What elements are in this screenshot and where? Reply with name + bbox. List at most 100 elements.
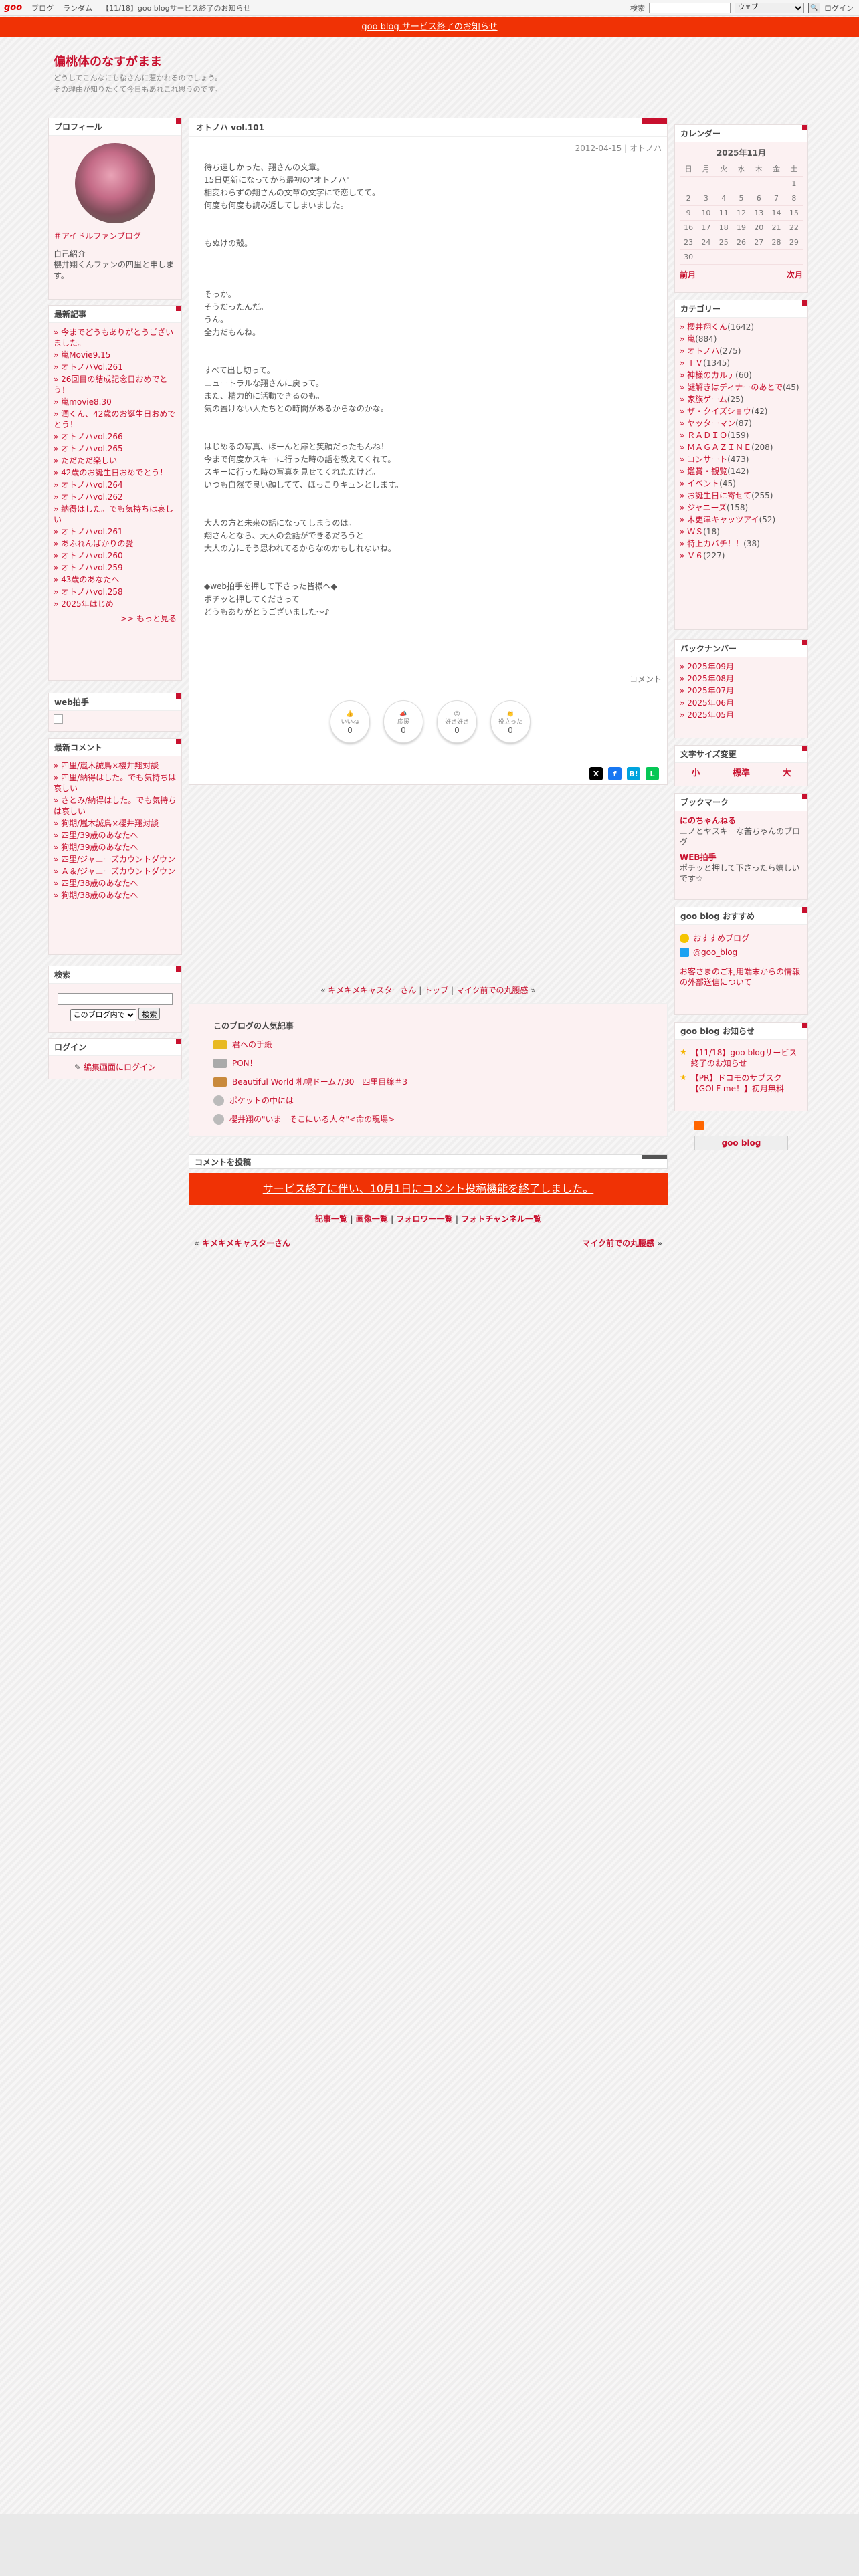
- hatena-share-icon[interactable]: B!: [627, 767, 640, 780]
- recent-comment-link[interactable]: 四里/嵐木誠鳥×櫻井翔対談: [61, 761, 159, 770]
- facebook-share-icon[interactable]: f: [608, 767, 622, 780]
- recent-post-link[interactable]: オトノハvol.266: [61, 432, 123, 441]
- line-share-icon[interactable]: L: [646, 767, 659, 780]
- calendar-next-link[interactable]: 次月: [787, 269, 803, 280]
- recent-comment-link[interactable]: 四里/ジャニーズカウントダウン: [61, 855, 175, 864]
- login-link[interactable]: ログイン: [824, 3, 854, 13]
- comment-count-link[interactable]: コメント: [630, 673, 662, 685]
- category-link[interactable]: ＷＳ: [687, 527, 703, 536]
- recent-post-link[interactable]: オトノハvol.262: [61, 492, 123, 502]
- recent-post-link[interactable]: オトノハVol.261: [61, 362, 123, 372]
- recent-post-link[interactable]: あふれんばかりの愛: [61, 539, 133, 548]
- popular-link-3[interactable]: Beautiful World 札幌ドーム7/30 四里目線＃3: [232, 1076, 407, 1087]
- footer-link-followers[interactable]: フォロワー一覧: [397, 1214, 453, 1224]
- font-large-button[interactable]: 大: [783, 766, 791, 783]
- recent-post-link[interactable]: 嵐Movie9.15: [61, 350, 110, 360]
- font-normal-button[interactable]: 標準: [733, 766, 750, 783]
- search-scope-select[interactable]: このブログ内で: [70, 1009, 136, 1021]
- service-end-link[interactable]: goo blog サービス終了のお知らせ: [361, 22, 497, 32]
- reaction-love-button[interactable]: 😍 好き好き 0: [437, 700, 477, 743]
- reaction-helpful-button[interactable]: 👏 役立った 0: [490, 700, 531, 743]
- external-transmission-link[interactable]: お客さまのご利用端末からの情報の外部送信について: [680, 966, 803, 988]
- category-link[interactable]: 木更津キャッツアイ: [687, 515, 759, 524]
- recent-post-link[interactable]: オトノハvol.258: [61, 587, 123, 597]
- backnumber-link[interactable]: 2025年09月: [687, 662, 734, 671]
- category-link[interactable]: ヤッターマン: [687, 419, 735, 428]
- topbar-link-random[interactable]: ランダム: [63, 3, 92, 13]
- recent-comment-link[interactable]: 狗期/嵐木誠鳥×櫻井翔対談: [61, 819, 159, 828]
- topbar-link-blog[interactable]: ブログ: [31, 3, 54, 13]
- recent-comment-link[interactable]: 四里/39歳のあなたへ: [61, 831, 138, 840]
- webclap-image-icon[interactable]: [54, 714, 63, 724]
- category-link[interactable]: オトノハ: [687, 346, 719, 356]
- footer-link-photochannels[interactable]: フォトチャンネル一覧: [461, 1214, 541, 1224]
- category-link[interactable]: 鑑賞・観覧: [687, 467, 727, 476]
- news-link-1[interactable]: 【11/18】goo blogサービス終了のお知らせ: [691, 1047, 803, 1069]
- backnumber-link[interactable]: 2025年07月: [687, 686, 734, 695]
- category-link[interactable]: 謎解きはディナーのあとで: [687, 383, 783, 392]
- recent-post-link[interactable]: オトノハvol.259: [61, 563, 123, 572]
- comment-closed-link[interactable]: サービス終了に伴い、10月1日にコメント投稿機能を終了しました。: [263, 1182, 594, 1195]
- blog-search-input[interactable]: [58, 993, 173, 1005]
- recent-post-link[interactable]: オトノハvol.261: [61, 527, 123, 536]
- recent-comment-link[interactable]: さとみ/納得はした。でも気持ちは哀しい: [54, 796, 176, 816]
- recent-post-link[interactable]: 今までどうもありがとうございました。: [54, 328, 173, 348]
- blog-title[interactable]: 偏桃体のなすがまま: [54, 52, 162, 70]
- backnumber-link[interactable]: 2025年06月: [687, 698, 734, 708]
- category-link[interactable]: お誕生日に寄せて: [687, 491, 751, 500]
- recent-comment-link[interactable]: 狗期/39歳のあなたへ: [61, 843, 138, 852]
- recent-post-link[interactable]: 43歳のあなたへ: [61, 575, 119, 584]
- popular-link-5[interactable]: 櫻井翔の"いま そこにいる人々"<命の現場>: [229, 1113, 395, 1125]
- nav-next-link[interactable]: マイク前での丸腰感: [456, 986, 529, 995]
- rss-icon[interactable]: [694, 1121, 704, 1130]
- category-link[interactable]: 櫻井翔くん: [687, 322, 727, 332]
- category-link[interactable]: ＭＡＧＡＺＩＮＥ: [687, 443, 751, 452]
- category-link[interactable]: 家族ゲーム: [687, 395, 727, 404]
- recent-post-link[interactable]: 42歳のお誕生日おめでとう！: [61, 468, 167, 477]
- x-share-icon[interactable]: X: [589, 767, 603, 780]
- category-link[interactable]: ジャニーズ: [687, 503, 727, 512]
- twitter-link[interactable]: @goo_blog: [693, 948, 737, 957]
- category-link[interactable]: Ｖ６: [687, 551, 703, 560]
- recent-comment-link[interactable]: 四里/38歳のあなたへ: [61, 879, 138, 888]
- backnumber-link[interactable]: 2025年08月: [687, 674, 734, 683]
- profile-tag-link[interactable]: ＃アイドルファンブログ: [54, 230, 177, 241]
- goo-logo[interactable]: goo: [4, 3, 22, 13]
- category-link[interactable]: コンサート: [687, 455, 727, 464]
- recent-comment-link[interactable]: 狗期/38歳のあなたへ: [61, 891, 138, 900]
- popular-link-1[interactable]: 君への手紙: [232, 1039, 272, 1050]
- recent-comment-link[interactable]: 四里/納得はした。でも気持ちは哀しい: [54, 773, 176, 793]
- backnumber-link[interactable]: 2025年05月: [687, 710, 734, 720]
- article-category-link[interactable]: オトノハ: [630, 144, 662, 153]
- category-link[interactable]: 神様のカルテ: [687, 370, 735, 380]
- recent-post-link[interactable]: オトノハvol.264: [61, 480, 123, 490]
- font-small-button[interactable]: 小: [691, 766, 700, 783]
- more-posts-link[interactable]: >> もっと見る: [120, 614, 177, 623]
- calendar-prev-link[interactable]: 前月: [680, 269, 696, 280]
- footer-link-posts[interactable]: 記事一覧: [315, 1214, 347, 1224]
- recent-post-link[interactable]: 嵐movie8.30: [61, 397, 112, 407]
- search-type-select[interactable]: ウェブ: [735, 2, 804, 13]
- goo-blog-footer-logo[interactable]: goo blog: [694, 1136, 788, 1150]
- recent-post-link[interactable]: 2025年はじめ: [61, 599, 114, 609]
- recent-post-link[interactable]: 納得はした。でも気持ちは哀しい: [54, 504, 173, 524]
- search-icon[interactable]: 🔍: [808, 2, 820, 13]
- category-link[interactable]: ＴＶ: [687, 358, 703, 368]
- edit-login-link[interactable]: 編集画面にログイン: [84, 1063, 156, 1072]
- nav-prev-link[interactable]: キメキメキャスターさん: [328, 986, 416, 995]
- category-link[interactable]: ザ・クイズショウ: [687, 407, 751, 416]
- article-title[interactable]: オトノハ vol.101: [189, 118, 667, 137]
- category-link[interactable]: 特上カバチ！！: [687, 539, 743, 548]
- category-link[interactable]: 嵐: [687, 334, 695, 344]
- recent-post-link[interactable]: オトノハvol.265: [61, 444, 123, 453]
- topbar-search-input[interactable]: [649, 2, 731, 13]
- recommend-blog-link[interactable]: おすすめブログ: [693, 932, 749, 944]
- news-link-2[interactable]: 【PR】ドコモのサブスク【GOLF me！】初月無料: [691, 1073, 803, 1094]
- recent-post-link[interactable]: ただただ楽しい: [61, 456, 117, 465]
- recent-post-link[interactable]: 潤くん、42歳のお誕生日おめでとう！: [54, 409, 175, 429]
- bookmark-link-2[interactable]: WEB拍手: [680, 853, 717, 862]
- next-post-link[interactable]: マイク前での丸腰感: [582, 1239, 654, 1248]
- recent-post-link[interactable]: オトノハvol.260: [61, 551, 123, 560]
- blog-search-button[interactable]: 検索: [138, 1008, 161, 1020]
- category-link[interactable]: イベント: [687, 479, 719, 488]
